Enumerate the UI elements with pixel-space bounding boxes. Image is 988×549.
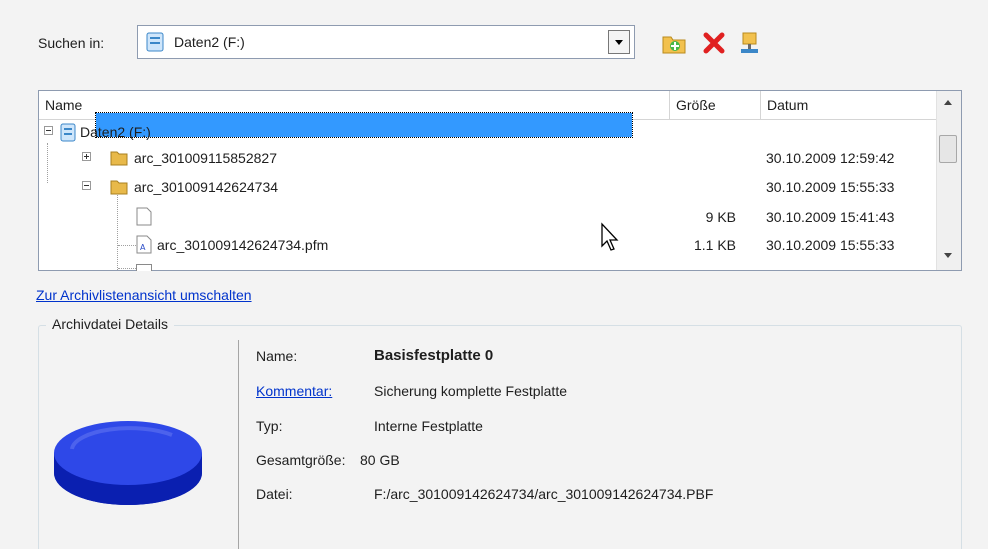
comment-link[interactable]: Kommentar: <box>256 383 332 399</box>
collapse-toggle-icon[interactable] <box>82 181 91 190</box>
tree-row-date: 30.10.2009 15:41:43 <box>766 209 895 225</box>
folder-icon <box>110 151 128 166</box>
new-folder-icon[interactable] <box>661 30 687 56</box>
comment-value: Sicherung komplette Festplatte <box>374 383 567 399</box>
switch-archive-list-view-link[interactable]: Zur Archivlistenansicht umschalten <box>36 287 252 303</box>
scroll-down-arrow-icon[interactable] <box>944 253 952 258</box>
name-label: Name: <box>256 348 298 364</box>
tree-scrollbar[interactable] <box>936 91 961 270</box>
mouse-cursor-icon <box>601 222 619 251</box>
tree-row-size: 1.1 KB <box>693 237 736 253</box>
tree-row-name: arc_301009142624734.pfm <box>157 237 329 253</box>
search-in-label: Suchen in: <box>38 35 105 51</box>
file-icon <box>136 264 152 271</box>
details-divider <box>238 340 239 549</box>
expand-toggle-icon[interactable] <box>82 152 91 161</box>
file-path-value: F:/arc_301009142624734/arc_3010091426247… <box>374 486 714 502</box>
column-date-header[interactable]: Datum <box>761 91 937 119</box>
total-size-label: Gesamtgröße: <box>256 452 346 468</box>
tree-row-name: arc_301009142624734.PBF <box>157 209 333 225</box>
tree-row-date: 30.10.2009 12:59:42 <box>766 150 895 166</box>
tree-row-file[interactable]: A arc_301009142624734.pfm 1.1 KB 30.10.2… <box>38 232 936 258</box>
tree-row-size: 9 KB <box>705 209 736 225</box>
delete-icon[interactable] <box>701 30 727 56</box>
tree-row-name: arc_301009115852827 <box>134 150 277 166</box>
type-label: Typ: <box>256 418 283 434</box>
archive-details-title: Archivdatei Details <box>46 316 174 332</box>
scroll-up-arrow-icon[interactable] <box>944 100 952 105</box>
network-drive-icon[interactable] <box>737 30 763 56</box>
tree-row-name: arc_301009142624734 <box>134 179 279 195</box>
collapse-toggle-icon[interactable] <box>44 126 53 135</box>
name-value: Basisfestplatte 0 <box>374 347 494 364</box>
tree-row-folder[interactable]: arc_301009142624734 30.10.2009 15:55:33 <box>38 174 936 200</box>
column-size-header[interactable]: Größe <box>670 91 761 119</box>
disk-icon <box>54 421 202 505</box>
location-combobox[interactable]: Daten2 (F:) <box>137 25 635 59</box>
drive-icon <box>60 123 76 142</box>
tree-row-file-selected[interactable]: arc_301009142624734.PBF 9 KB 30.10.2009 … <box>38 204 936 230</box>
tree-row-name: Daten2 (F:) <box>80 124 151 140</box>
scroll-thumb[interactable] <box>939 135 957 163</box>
tree-row-date: 30.10.2009 15:55:33 <box>766 179 895 195</box>
type-value: Interne Festplatte <box>374 418 483 434</box>
folder-open-icon <box>110 180 128 195</box>
dropdown-arrow-button[interactable] <box>608 30 630 54</box>
drive-icon <box>146 32 164 52</box>
location-value: Daten2 (F:) <box>174 34 245 50</box>
tree-row-folder[interactable]: arc_301009115852827 30.10.2009 12:59:42 <box>38 145 936 171</box>
total-size-value: 80 GB <box>360 452 400 468</box>
svg-text:A: A <box>140 243 146 252</box>
tree-row-date: 30.10.2009 15:55:33 <box>766 237 895 253</box>
text-file-icon: A <box>136 235 152 254</box>
file-icon <box>136 207 152 226</box>
tree-row-drive[interactable]: Daten2 (F:) <box>38 119 936 145</box>
file-label: Datei: <box>256 486 293 502</box>
tree-connector <box>118 268 136 269</box>
